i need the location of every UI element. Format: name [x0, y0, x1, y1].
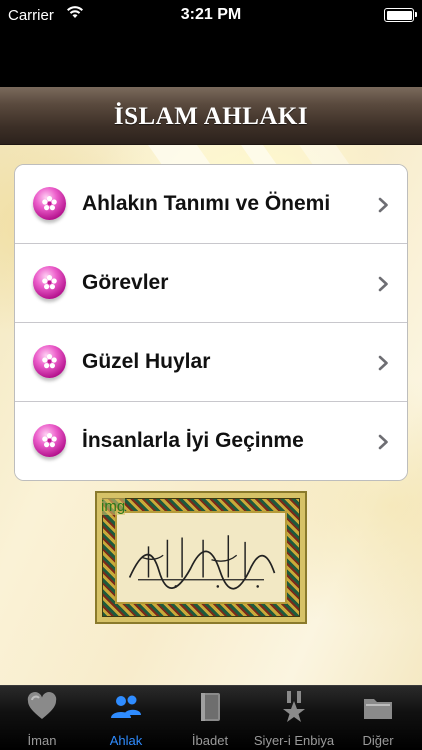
- people-icon: [111, 695, 141, 718]
- tab-label: İbadet: [191, 733, 229, 748]
- status-bar: Carrier 3:21 PM: [0, 0, 422, 32]
- tab-diger[interactable]: Diğer: [336, 686, 420, 750]
- tab-siyer-i-enbiya[interactable]: Siyer-i Enbiya: [252, 686, 336, 750]
- clock-time: 3:21 PM: [180, 6, 242, 23]
- pink-flower-orb-icon: [33, 187, 66, 220]
- chevron-right-icon: [378, 276, 388, 292]
- pink-flower-orb-icon: [33, 345, 66, 378]
- battery-level: [386, 10, 412, 20]
- calligraphy-panel: [115, 511, 287, 604]
- menu-item-ahlakin-tanimi[interactable]: Ahlakın Tanımı ve Önemi: [15, 165, 407, 244]
- star-badge-icon: [283, 691, 305, 722]
- page-title: İSLAM AHLAKI: [113, 103, 309, 130]
- status-spacer: [0, 32, 422, 87]
- tab-label: Diğer: [362, 733, 394, 748]
- tab-iman[interactable]: İman: [0, 686, 84, 750]
- image-placeholder-label: img: [101, 498, 126, 515]
- book-icon: [201, 693, 220, 721]
- pink-flower-orb-icon: [33, 266, 66, 299]
- heart-icon: [27, 692, 57, 719]
- tab-label: Ahlak: [109, 733, 143, 748]
- tab-ibadet[interactable]: İbadet: [168, 686, 252, 750]
- content-background: Ahlakın Tanımı ve Önemi Görevler Güzel H…: [0, 145, 422, 685]
- flower-icon: [42, 196, 57, 211]
- menu-item-label: Güzel Huylar: [82, 350, 211, 373]
- ornamental-border: [102, 498, 300, 617]
- pink-flower-orb-icon: [33, 424, 66, 457]
- tab-label: Siyer-i Enbiya: [253, 733, 335, 748]
- calligraphy-artwork: [128, 535, 276, 590]
- flower-icon: [42, 354, 57, 369]
- menu-item-insanlarla-iyi-gecinme[interactable]: İnsanlarla İyi Geçinme: [15, 402, 407, 480]
- menu-table: Ahlakın Tanımı ve Önemi Görevler Güzel H…: [14, 164, 408, 481]
- tab-ahlak[interactable]: Ahlak: [84, 686, 168, 750]
- tab-bar: İman Ahlak İbadet Siyer-i Enbiya Diğer: [0, 685, 422, 750]
- chevron-right-icon: [378, 434, 388, 450]
- tab-label: İman: [27, 733, 57, 748]
- flower-icon: [42, 275, 57, 290]
- menu-item-guzel-huylar[interactable]: Güzel Huylar: [15, 323, 407, 402]
- calligraphy-image: img: [95, 491, 307, 624]
- navigation-header: İSLAM AHLAKI: [0, 87, 422, 145]
- menu-item-label: Ahlakın Tanımı ve Önemi: [82, 192, 331, 215]
- flower-icon: [42, 433, 57, 448]
- battery-icon: [384, 8, 417, 22]
- folder-icon: [364, 699, 392, 719]
- chevron-right-icon: [378, 355, 388, 371]
- menu-item-label: İnsanlarla İyi Geçinme: [82, 429, 304, 452]
- menu-item-gorevler[interactable]: Görevler: [15, 244, 407, 323]
- chevron-right-icon: [378, 197, 388, 213]
- menu-item-label: Görevler: [82, 271, 169, 294]
